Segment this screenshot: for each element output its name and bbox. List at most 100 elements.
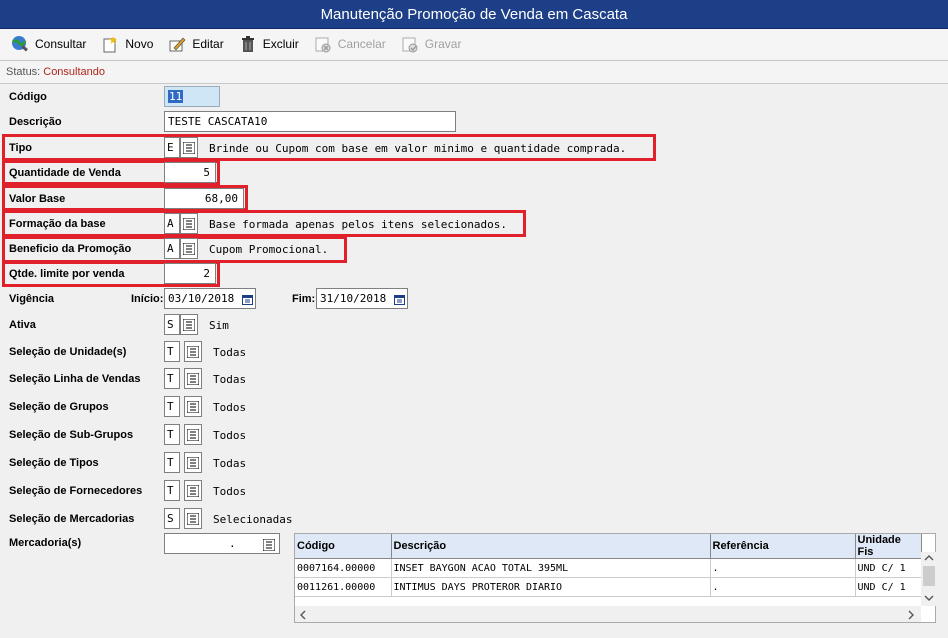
qtde-limite-label: Qtde. limite por venda (9, 268, 125, 280)
sel-unidade-label: Seleção de Unidade(s) (9, 346, 127, 358)
cell-referencia: . (710, 558, 856, 578)
sel-linha-desc: Todas (213, 373, 247, 386)
sel-grupos-desc: Todos (213, 401, 247, 414)
ativa-label: Ativa (9, 319, 36, 331)
valor-base-label: Valor Base (9, 193, 66, 205)
scroll-right-icon (908, 610, 914, 620)
calendar-icon[interactable] (392, 292, 406, 306)
globe-search-icon (10, 34, 30, 54)
toolbar: Consultar Novo Editar Excluir Cancelar G… (0, 29, 948, 59)
beneficio-code-input[interactable]: A (164, 238, 180, 259)
col-descricao[interactable]: Descrição (391, 534, 711, 559)
cell-descricao: INTIMUS DAYS PROTEROR DIARIO (391, 577, 711, 597)
formacao-code-input[interactable]: A (164, 213, 180, 234)
vertical-scrollbar[interactable] (921, 552, 937, 606)
codigo-input[interactable]: 11 (164, 86, 220, 107)
sel-grupos-label: Seleção de Grupos (9, 401, 109, 413)
scroll-up-icon (924, 555, 934, 561)
cell-codigo: 0007164.00000 (295, 558, 392, 578)
sel-subgrupos-code-input[interactable]: T (164, 424, 180, 445)
cell-referencia: . (710, 577, 856, 597)
quantidade-venda-label: Quantidade de Venda (9, 167, 121, 179)
consultar-button[interactable]: Consultar (10, 34, 86, 54)
window-title: Manutenção Promoção de Venda em Cascata (0, 0, 948, 29)
quantidade-venda-input[interactable]: 5 (164, 162, 216, 183)
sel-mercadorias-label: Seleção de Mercadorias (9, 513, 135, 525)
sel-linha-lookup-button[interactable] (184, 368, 202, 389)
status-bar: Status: Consultando (0, 60, 948, 84)
cell-unidade: UND C/ 1 (855, 558, 922, 578)
sel-subgrupos-lookup-button[interactable] (184, 424, 202, 445)
cell-codigo: 0011261.00000 (295, 577, 392, 597)
mercadorias-grid[interactable]: Código Descrição Referência Unidade Fis … (294, 533, 937, 623)
list-icon (187, 372, 199, 385)
list-icon (187, 484, 199, 497)
sel-mercadorias-code-input[interactable]: S (164, 508, 180, 529)
scroll-down-icon (924, 595, 934, 601)
list-icon (187, 456, 199, 469)
sel-fornecedores-lookup-button[interactable] (184, 480, 202, 501)
cell-descricao: INSET BAYGON ACAO TOTAL 395ML (391, 558, 711, 578)
editar-button[interactable]: Editar (167, 34, 224, 54)
cancelar-button[interactable]: Cancelar (313, 34, 386, 54)
gravar-button[interactable]: Gravar (400, 34, 462, 54)
status-label: Status: (6, 66, 41, 78)
codigo-label: Código (9, 91, 47, 103)
list-icon (183, 217, 195, 230)
cell-unidade: UND C/ 1 (855, 577, 922, 597)
trash-icon (238, 34, 258, 54)
cancel-icon (313, 34, 333, 54)
ativa-desc: Sim (209, 319, 229, 332)
sel-tipos-label: Seleção de Tipos (9, 457, 99, 469)
sel-fornecedores-label: Seleção de Fornecedores (9, 485, 143, 497)
qtde-limite-input[interactable]: 2 (164, 263, 216, 284)
vigencia-label: Vigência (9, 293, 55, 305)
list-icon (183, 318, 195, 331)
codigo-value: 11 (168, 90, 184, 103)
excluir-button[interactable]: Excluir (238, 34, 299, 54)
descricao-input[interactable]: TESTE CASCATA10 (164, 111, 456, 132)
tipo-label: Tipo (9, 142, 33, 154)
descricao-label: Descrição (9, 116, 62, 128)
table-row[interactable]: 0011261.00000 INTIMUS DAYS PROTEROR DIAR… (295, 577, 922, 597)
col-codigo[interactable]: Código (295, 534, 392, 559)
tipo-lookup-button[interactable] (180, 137, 198, 158)
list-icon (187, 400, 199, 413)
sel-mercadorias-lookup-button[interactable] (184, 508, 202, 529)
col-unidade[interactable]: Unidade Fis (855, 534, 922, 559)
tipo-code-input[interactable]: E (164, 137, 180, 158)
mercadorias-lookup-button[interactable] (260, 534, 278, 555)
novo-button[interactable]: Novo (100, 34, 153, 54)
excluir-label: Excluir (262, 37, 299, 51)
sel-unidade-desc: Todas (213, 346, 247, 359)
save-icon (400, 34, 420, 54)
editar-label: Editar (192, 37, 224, 51)
sel-fornecedores-code-input[interactable]: T (164, 480, 180, 501)
scrollbar-thumb[interactable] (923, 566, 935, 586)
table-row[interactable]: 0007164.00000 INSET BAYGON ACAO TOTAL 39… (295, 558, 922, 578)
sel-subgrupos-label: Seleção de Sub-Grupos (9, 429, 134, 441)
sel-unidade-lookup-button[interactable] (184, 341, 202, 362)
list-icon (263, 538, 275, 551)
formacao-lookup-button[interactable] (180, 213, 198, 234)
sel-grupos-code-input[interactable]: T (164, 396, 180, 417)
gravar-label: Gravar (424, 37, 462, 51)
sel-unidade-code-input[interactable]: T (164, 341, 180, 362)
sel-tipos-lookup-button[interactable] (184, 452, 202, 473)
sel-linha-label: Seleção Linha de Vendas (9, 373, 141, 385)
horizontal-scrollbar[interactable] (295, 606, 921, 622)
sel-linha-code-input[interactable]: T (164, 368, 180, 389)
valor-base-input[interactable]: 68,00 (164, 188, 244, 209)
inicio-label: Início: (131, 293, 164, 305)
sel-tipos-code-input[interactable]: T (164, 452, 180, 473)
sel-grupos-lookup-button[interactable] (184, 396, 202, 417)
ativa-code-input[interactable]: S (164, 314, 180, 335)
status-value: Consultando (43, 66, 106, 78)
formacao-desc: Base formada apenas pelos itens selecion… (209, 218, 508, 231)
ativa-lookup-button[interactable] (180, 314, 198, 335)
calendar-icon[interactable] (240, 292, 254, 306)
sel-mercadorias-desc: Selecionadas (213, 513, 293, 526)
col-referencia[interactable]: Referência (710, 534, 856, 559)
beneficio-lookup-button[interactable] (180, 238, 198, 259)
new-document-icon (100, 34, 120, 54)
